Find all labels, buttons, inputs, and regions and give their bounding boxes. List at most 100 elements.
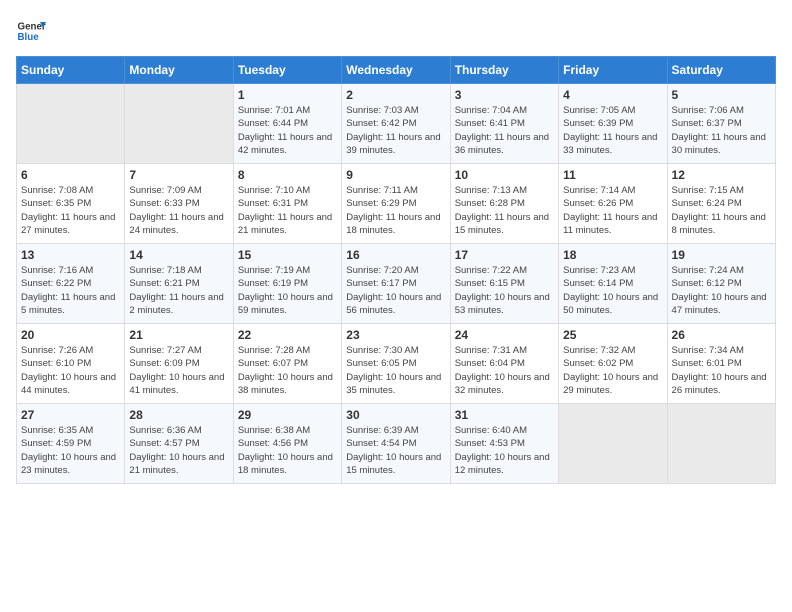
- day-info: Sunrise: 7:30 AM Sunset: 6:05 PM Dayligh…: [346, 344, 445, 397]
- day-info: Sunrise: 7:14 AM Sunset: 6:26 PM Dayligh…: [563, 184, 662, 237]
- logo: General Blue: [16, 16, 46, 46]
- day-number: 19: [672, 248, 771, 262]
- weekday-header: Wednesday: [342, 57, 450, 84]
- calendar-cell: 26Sunrise: 7:34 AM Sunset: 6:01 PM Dayli…: [667, 324, 775, 404]
- calendar-cell: [559, 404, 667, 484]
- day-info: Sunrise: 7:01 AM Sunset: 6:44 PM Dayligh…: [238, 104, 337, 157]
- day-info: Sunrise: 7:19 AM Sunset: 6:19 PM Dayligh…: [238, 264, 337, 317]
- calendar-week-row: 13 Sunrise: 7:16 AM Sunset: 6:22 PM Dayli…: [17, 244, 776, 324]
- day-number: 21: [129, 328, 228, 342]
- calendar-cell: 15 Sunrise: 7:19 AM Sunset: 6:19 PM Dayli…: [233, 244, 341, 324]
- day-info: Sunrise: 7:31 AM Sunset: 6:04 PM Dayligh…: [455, 344, 554, 397]
- day-number: 24: [455, 328, 554, 342]
- calendar-cell: [667, 404, 775, 484]
- day-number: 2: [346, 88, 445, 102]
- calendar-cell: [125, 84, 233, 164]
- day-number: 7: [129, 168, 228, 182]
- day-info: Sunrise: 7:13 AM Sunset: 6:28 PM Dayligh…: [455, 184, 554, 237]
- day-number: 6: [21, 168, 120, 182]
- day-info: Sunrise: 6:39 AM Sunset: 4:54 PM Dayligh…: [346, 424, 445, 477]
- calendar-cell: 31 Sunrise: 6:40 AM Sunset: 4:53 PM Dayli…: [450, 404, 558, 484]
- day-info: Sunrise: 7:11 AM Sunset: 6:29 PM Dayligh…: [346, 184, 445, 237]
- day-number: 15: [238, 248, 337, 262]
- day-number: 23: [346, 328, 445, 342]
- day-number: 18: [563, 248, 662, 262]
- day-info: Sunrise: 6:35 AM Sunset: 4:59 PM Dayligh…: [21, 424, 120, 477]
- day-number: 29: [238, 408, 337, 422]
- day-number: 4: [563, 88, 662, 102]
- day-info: Sunrise: 7:08 AM Sunset: 6:35 PM Dayligh…: [21, 184, 120, 237]
- calendar-week-row: 27 Sunrise: 6:35 AM Sunset: 4:59 PM Dayli…: [17, 404, 776, 484]
- calendar-cell: 20 Sunrise: 7:26 AM Sunset: 6:10 PM Dayli…: [17, 324, 125, 404]
- day-info: Sunrise: 6:40 AM Sunset: 4:53 PM Dayligh…: [455, 424, 554, 477]
- logo-icon: General Blue: [16, 16, 46, 46]
- calendar-cell: 18 Sunrise: 7:23 AM Sunset: 6:14 PM Dayli…: [559, 244, 667, 324]
- calendar-cell: 25 Sunrise: 7:32 AM Sunset: 6:02 PM Dayli…: [559, 324, 667, 404]
- calendar-cell: 23 Sunrise: 7:30 AM Sunset: 6:05 PM Dayli…: [342, 324, 450, 404]
- day-info: Sunrise: 7:03 AM Sunset: 6:42 PM Dayligh…: [346, 104, 445, 157]
- day-info: Sunrise: 7:20 AM Sunset: 6:17 PM Dayligh…: [346, 264, 445, 317]
- weekday-header: Friday: [559, 57, 667, 84]
- day-number: 12: [672, 168, 771, 182]
- page-header: General Blue: [16, 16, 776, 46]
- calendar-cell: 29 Sunrise: 6:38 AM Sunset: 4:56 PM Dayli…: [233, 404, 341, 484]
- day-number: 8: [238, 168, 337, 182]
- day-info: Sunrise: 7:16 AM Sunset: 6:22 PM Dayligh…: [21, 264, 120, 317]
- weekday-header: Saturday: [667, 57, 775, 84]
- calendar-cell: 28 Sunrise: 6:36 AM Sunset: 4:57 PM Dayli…: [125, 404, 233, 484]
- calendar-cell: 11 Sunrise: 7:14 AM Sunset: 6:26 PM Dayli…: [559, 164, 667, 244]
- calendar-cell: 24 Sunrise: 7:31 AM Sunset: 6:04 PM Dayli…: [450, 324, 558, 404]
- day-number: 20: [21, 328, 120, 342]
- day-number: 27: [21, 408, 120, 422]
- calendar-cell: 9 Sunrise: 7:11 AM Sunset: 6:29 PM Daylig…: [342, 164, 450, 244]
- calendar-cell: 4Sunrise: 7:05 AM Sunset: 6:39 PM Daylig…: [559, 84, 667, 164]
- calendar-cell: 3Sunrise: 7:04 AM Sunset: 6:41 PM Daylig…: [450, 84, 558, 164]
- day-info: Sunrise: 6:38 AM Sunset: 4:56 PM Dayligh…: [238, 424, 337, 477]
- day-info: Sunrise: 7:23 AM Sunset: 6:14 PM Dayligh…: [563, 264, 662, 317]
- calendar-cell: 17 Sunrise: 7:22 AM Sunset: 6:15 PM Dayli…: [450, 244, 558, 324]
- day-info: Sunrise: 7:18 AM Sunset: 6:21 PM Dayligh…: [129, 264, 228, 317]
- calendar-cell: 7 Sunrise: 7:09 AM Sunset: 6:33 PM Daylig…: [125, 164, 233, 244]
- day-info: Sunrise: 7:32 AM Sunset: 6:02 PM Dayligh…: [563, 344, 662, 397]
- weekday-header-row: SundayMondayTuesdayWednesdayThursdayFrid…: [17, 57, 776, 84]
- calendar-cell: 30 Sunrise: 6:39 AM Sunset: 4:54 PM Dayli…: [342, 404, 450, 484]
- day-number: 30: [346, 408, 445, 422]
- day-number: 11: [563, 168, 662, 182]
- calendar-cell: 1 Sunrise: 7:01 AM Sunset: 6:44 PM Daylig…: [233, 84, 341, 164]
- calendar-cell: [17, 84, 125, 164]
- day-number: 16: [346, 248, 445, 262]
- day-number: 1: [238, 88, 337, 102]
- calendar-week-row: 1 Sunrise: 7:01 AM Sunset: 6:44 PM Daylig…: [17, 84, 776, 164]
- calendar-cell: 19 Sunrise: 7:24 AM Sunset: 6:12 PM Dayli…: [667, 244, 775, 324]
- day-info: Sunrise: 6:36 AM Sunset: 4:57 PM Dayligh…: [129, 424, 228, 477]
- day-number: 28: [129, 408, 228, 422]
- calendar-cell: 12 Sunrise: 7:15 AM Sunset: 6:24 PM Dayli…: [667, 164, 775, 244]
- weekday-header: Sunday: [17, 57, 125, 84]
- svg-text:Blue: Blue: [18, 32, 40, 43]
- day-number: 14: [129, 248, 228, 262]
- calendar-cell: 8 Sunrise: 7:10 AM Sunset: 6:31 PM Daylig…: [233, 164, 341, 244]
- day-info: Sunrise: 7:22 AM Sunset: 6:15 PM Dayligh…: [455, 264, 554, 317]
- day-number: 31: [455, 408, 554, 422]
- day-number: 10: [455, 168, 554, 182]
- day-info: Sunrise: 7:26 AM Sunset: 6:10 PM Dayligh…: [21, 344, 120, 397]
- day-info: Sunrise: 7:24 AM Sunset: 6:12 PM Dayligh…: [672, 264, 771, 317]
- day-info: Sunrise: 7:15 AM Sunset: 6:24 PM Dayligh…: [672, 184, 771, 237]
- calendar-cell: 22 Sunrise: 7:28 AM Sunset: 6:07 PM Dayli…: [233, 324, 341, 404]
- calendar-week-row: 6 Sunrise: 7:08 AM Sunset: 6:35 PM Daylig…: [17, 164, 776, 244]
- day-info: Sunrise: 7:28 AM Sunset: 6:07 PM Dayligh…: [238, 344, 337, 397]
- day-info: Sunrise: 7:09 AM Sunset: 6:33 PM Dayligh…: [129, 184, 228, 237]
- day-number: 17: [455, 248, 554, 262]
- calendar-week-row: 20 Sunrise: 7:26 AM Sunset: 6:10 PM Dayli…: [17, 324, 776, 404]
- day-info: Sunrise: 7:10 AM Sunset: 6:31 PM Dayligh…: [238, 184, 337, 237]
- day-info: Sunrise: 7:34 AM Sunset: 6:01 PM Dayligh…: [672, 344, 771, 397]
- day-number: 22: [238, 328, 337, 342]
- calendar-cell: 2 Sunrise: 7:03 AM Sunset: 6:42 PM Daylig…: [342, 84, 450, 164]
- day-number: 25: [563, 328, 662, 342]
- calendar-table: SundayMondayTuesdayWednesdayThursdayFrid…: [16, 56, 776, 484]
- day-number: 9: [346, 168, 445, 182]
- calendar-cell: 27 Sunrise: 6:35 AM Sunset: 4:59 PM Dayli…: [17, 404, 125, 484]
- calendar-cell: 13 Sunrise: 7:16 AM Sunset: 6:22 PM Dayli…: [17, 244, 125, 324]
- day-number: 13: [21, 248, 120, 262]
- day-number: 3: [455, 88, 554, 102]
